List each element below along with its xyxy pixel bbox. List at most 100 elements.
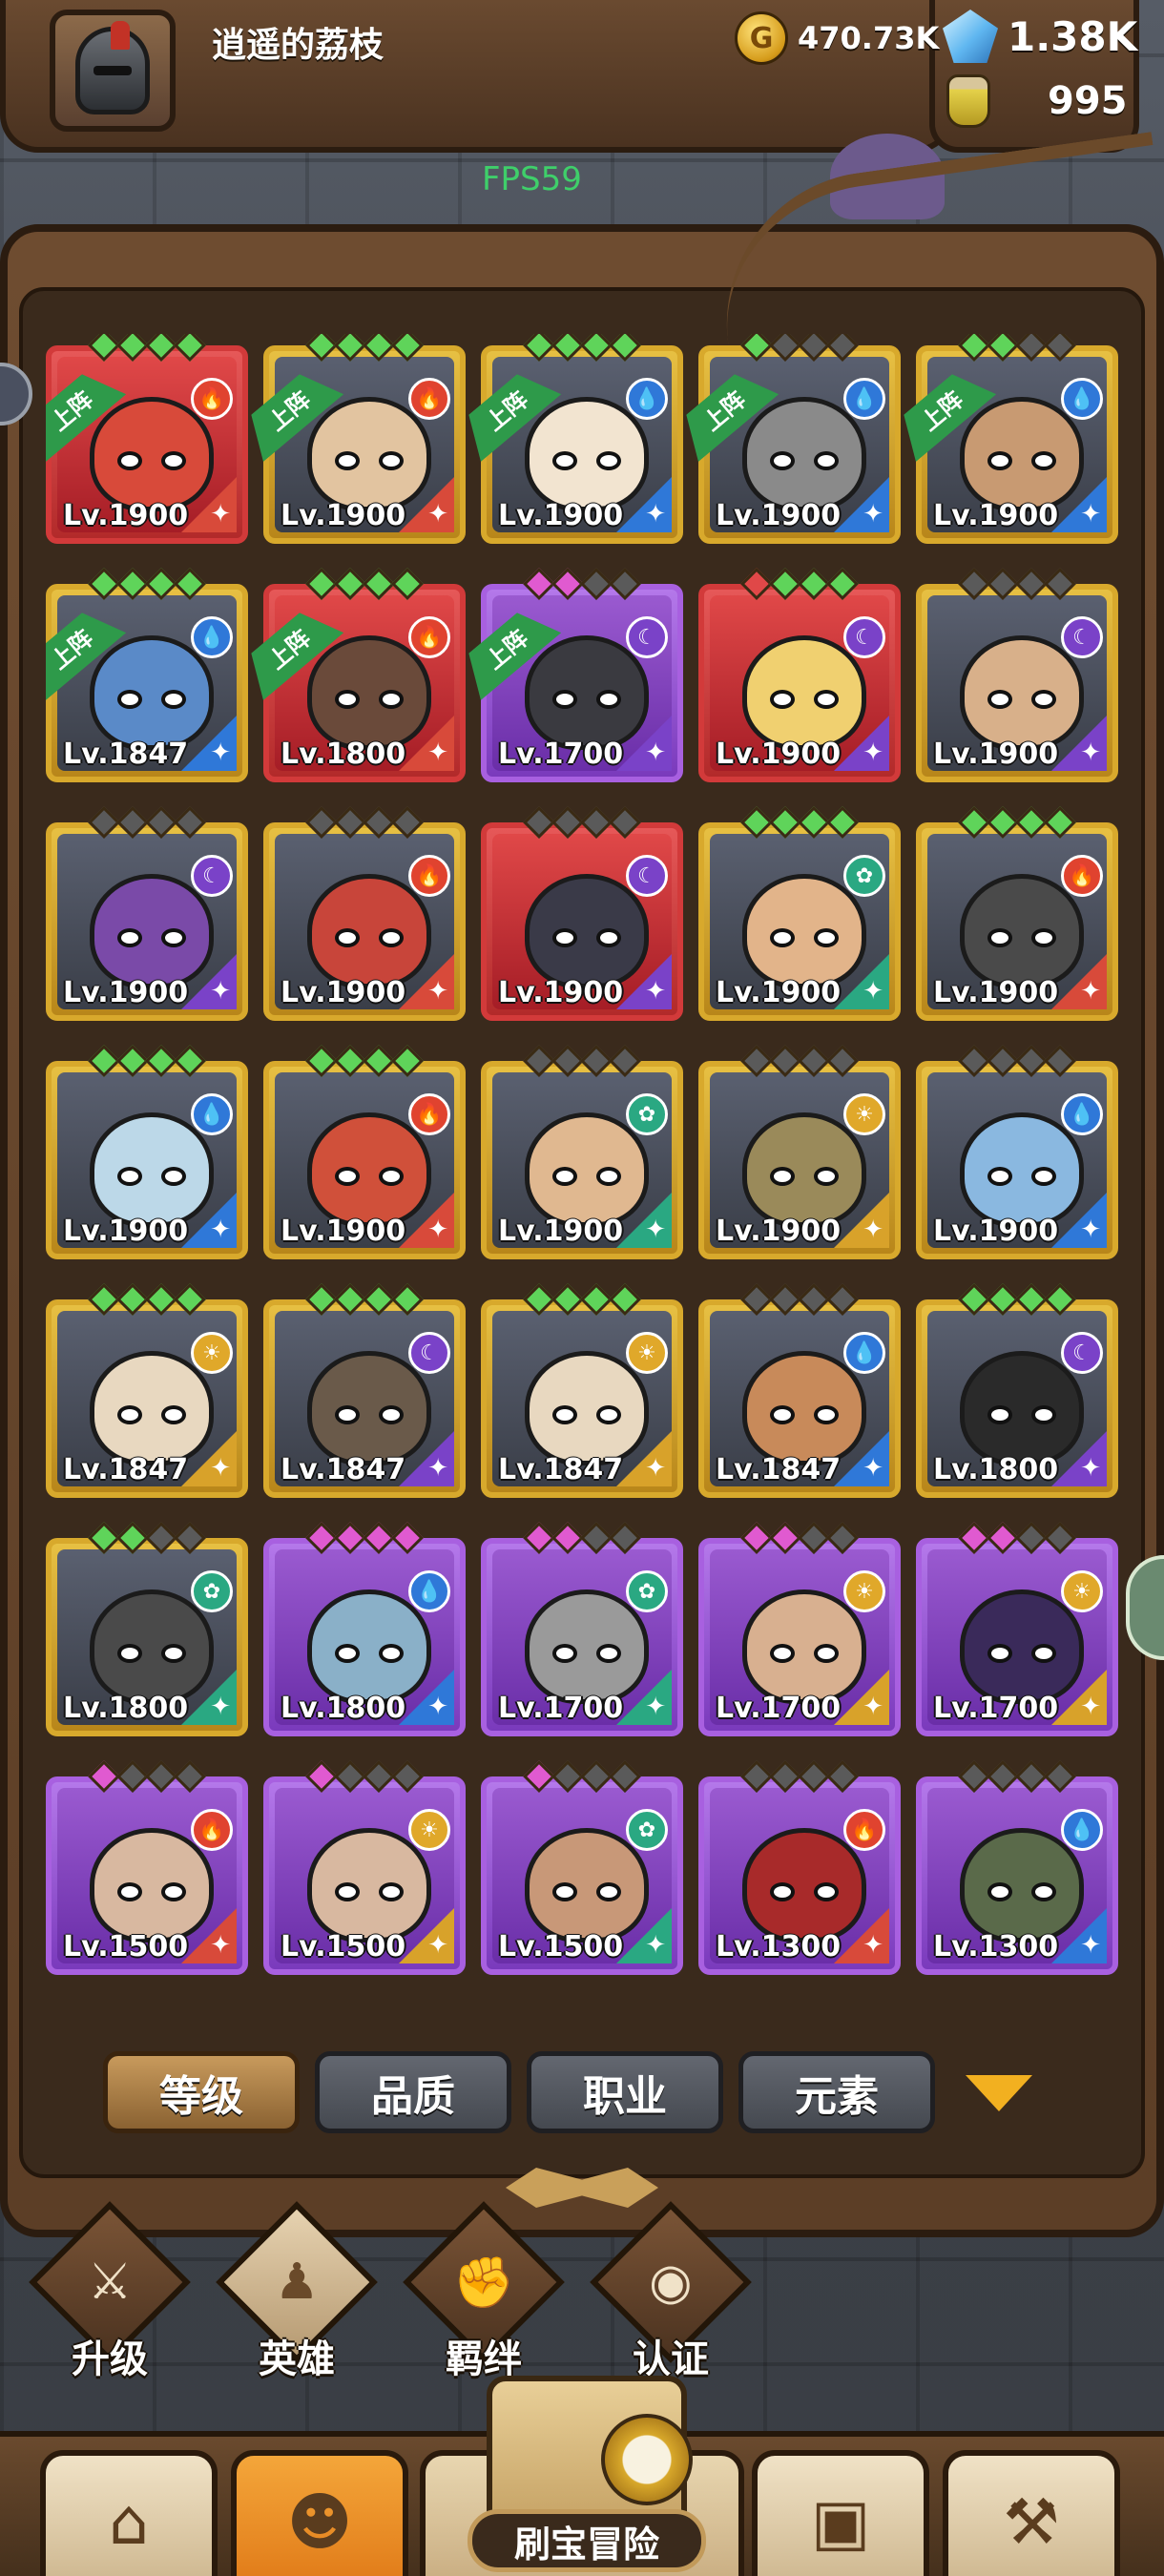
star-gem [987, 1760, 1019, 1793]
star-gem [88, 1522, 120, 1554]
nav-shop[interactable]: ⌂ [40, 2450, 218, 2576]
hero-eye [1031, 1644, 1056, 1663]
hero-card[interactable]: 💧 ✦ Lv.1900 [916, 1045, 1118, 1259]
hero-eye [379, 690, 404, 709]
hero-card[interactable]: ☀ ✦ Lv.1847 [46, 1283, 248, 1498]
hero-card[interactable]: 上阵 🔥 ✦ Lv.1900 [263, 334, 466, 544]
hero-card[interactable]: 上阵 💧 ✦ Lv.1847 [46, 568, 248, 782]
class-icon: ✦ [1080, 1454, 1101, 1483]
star-gems [46, 568, 248, 600]
action-heroes[interactable]: ♟ 英雄 [216, 2201, 378, 2381]
hero-card[interactable]: ✿ ✦ Lv.1500 [481, 1760, 683, 1975]
hero-card[interactable]: ☾ ✦ Lv.1900 [916, 568, 1118, 782]
hero-card[interactable]: 上阵 🔥 ✦ Lv.1800 [263, 568, 466, 782]
nav-forge[interactable]: ⚒ [943, 2450, 1120, 2576]
hero-portrait [742, 1112, 866, 1227]
hero-portrait [307, 1112, 431, 1227]
hero-card[interactable]: 💧 ✦ Lv.1800 [263, 1522, 466, 1736]
action-upgrade-label: 升级 [72, 2337, 148, 2381]
hero-card-frame: 上阵 🔥 ✦ Lv.1900 [263, 345, 466, 544]
nav-backpack[interactable]: ▣ [752, 2450, 929, 2576]
star-gem [769, 1760, 801, 1793]
hero-card[interactable]: ☀ ✦ Lv.1900 [698, 1045, 901, 1259]
filter-element[interactable]: 元素 [738, 2051, 935, 2133]
star-gem [740, 568, 773, 600]
star-gem [987, 1283, 1019, 1316]
star-gems [481, 1283, 683, 1316]
hero-card[interactable]: ✿ ✦ Lv.1900 [698, 806, 901, 1021]
moon-element-icon: ☾ [626, 616, 668, 658]
star-gem [1015, 806, 1048, 839]
hero-eye [814, 1644, 839, 1663]
filter-level[interactable]: 等级 [103, 2051, 300, 2133]
hero-level: Lv.1700 [498, 737, 624, 771]
star-gem [740, 1760, 773, 1793]
hero-eye [987, 1644, 1012, 1663]
compass-icon [601, 2414, 693, 2505]
fire-element-icon: 🔥 [1061, 855, 1103, 897]
hero-card[interactable]: 🔥 ✦ Lv.1900 [263, 806, 466, 1021]
hero-card[interactable]: 上阵 💧 ✦ Lv.1900 [916, 334, 1118, 544]
hero-card[interactable]: 💧 ✦ Lv.1300 [916, 1760, 1118, 1975]
moon-element-icon: ☾ [1061, 1332, 1103, 1374]
hero-card[interactable]: 💧 ✦ Lv.1900 [46, 1045, 248, 1259]
hero-portrait [307, 874, 431, 988]
hero-card[interactable]: ☾ ✦ Lv.1900 [698, 568, 901, 782]
hero-card-frame: ✿ ✦ Lv.1900 [481, 1061, 683, 1259]
hero-card-frame: 上阵 💧 ✦ Lv.1900 [698, 345, 901, 544]
hero-eye [770, 928, 795, 947]
hero-card[interactable]: 🔥 ✦ Lv.1900 [263, 1045, 466, 1259]
hero-card[interactable]: ✿ ✦ Lv.1900 [481, 1045, 683, 1259]
fire-element-icon: 🔥 [408, 616, 450, 658]
hero-card[interactable]: ☾ ✦ Lv.1900 [46, 806, 248, 1021]
hero-card[interactable]: 上阵 🔥 ✦ Lv.1900 [46, 334, 248, 544]
nav-heroes[interactable]: ☻ [231, 2450, 408, 2576]
hero-card[interactable]: 🔥 ✦ Lv.1300 [698, 1760, 901, 1975]
action-certify[interactable]: ◉ 认证 [590, 2201, 752, 2381]
star-gems [916, 1522, 1118, 1554]
hero-eye [161, 451, 186, 470]
hero-card[interactable]: ☀ ✦ Lv.1700 [916, 1522, 1118, 1736]
hero-card[interactable]: ☀ ✦ Lv.1700 [698, 1522, 901, 1736]
hero-card[interactable]: 🔥 ✦ Lv.1500 [46, 1760, 248, 1975]
hero-card[interactable]: 上阵 💧 ✦ Lv.1900 [698, 334, 901, 544]
star-gem [826, 806, 859, 839]
star-gem [116, 568, 149, 600]
action-upgrade[interactable]: ⚔ 升级 [29, 2201, 191, 2381]
hero-card[interactable]: 🔥 ✦ Lv.1900 [916, 806, 1118, 1021]
hero-card[interactable]: ☀ ✦ Lv.1500 [263, 1760, 466, 1975]
hero-card[interactable]: 💧 ✦ Lv.1847 [698, 1283, 901, 1498]
hero-card[interactable]: ✿ ✦ Lv.1800 [46, 1522, 248, 1736]
filter-quality[interactable]: 品质 [315, 2051, 511, 2133]
star-gem [958, 1522, 990, 1554]
hero-eye [770, 690, 795, 709]
hero-level: Lv.1847 [716, 1453, 842, 1486]
filter-class[interactable]: 职业 [527, 2051, 723, 2133]
hero-card[interactable]: 上阵 ☾ ✦ Lv.1700 [481, 568, 683, 782]
hero-card[interactable]: ☾ ✦ Lv.1847 [263, 1283, 466, 1498]
sun-element-icon: ☀ [1061, 1570, 1103, 1612]
star-gem [551, 568, 584, 600]
hero-portrait-icon: ☻ [286, 2484, 353, 2559]
hero-eye [596, 690, 621, 709]
hero-card-frame: 🔥 ✦ Lv.1500 [46, 1776, 248, 1975]
class-icon: ✦ [427, 1693, 448, 1721]
star-gem [174, 1522, 206, 1554]
hero-card[interactable]: ☀ ✦ Lv.1847 [481, 1283, 683, 1498]
sun-element-icon: ☀ [843, 1093, 885, 1135]
top-bar: 逍遥的荔枝 G 470.73K 1.38K 995 [0, 0, 1164, 167]
hero-card[interactable]: 上阵 💧 ✦ Lv.1900 [481, 334, 683, 544]
class-icon: ✦ [427, 1215, 448, 1244]
action-bond[interactable]: ✊ 羁绊 [403, 2201, 565, 2381]
star-gem [798, 568, 830, 600]
water-element-icon: 💧 [191, 1093, 233, 1135]
hero-card[interactable]: ☾ ✦ Lv.1800 [916, 1283, 1118, 1498]
shop-stall-icon: ⌂ [109, 2484, 149, 2559]
treasure-adventure-button[interactable]: 刷宝冒险 [429, 2376, 744, 2576]
star-gem [740, 1045, 773, 1077]
player-avatar[interactable] [50, 10, 176, 132]
hero-card[interactable]: ✿ ✦ Lv.1700 [481, 1522, 683, 1736]
hero-card[interactable]: ☾ ✦ Lv.1900 [481, 806, 683, 1021]
star-gem [826, 1760, 859, 1793]
hero-card-frame: 💧 ✦ Lv.1800 [263, 1538, 466, 1736]
